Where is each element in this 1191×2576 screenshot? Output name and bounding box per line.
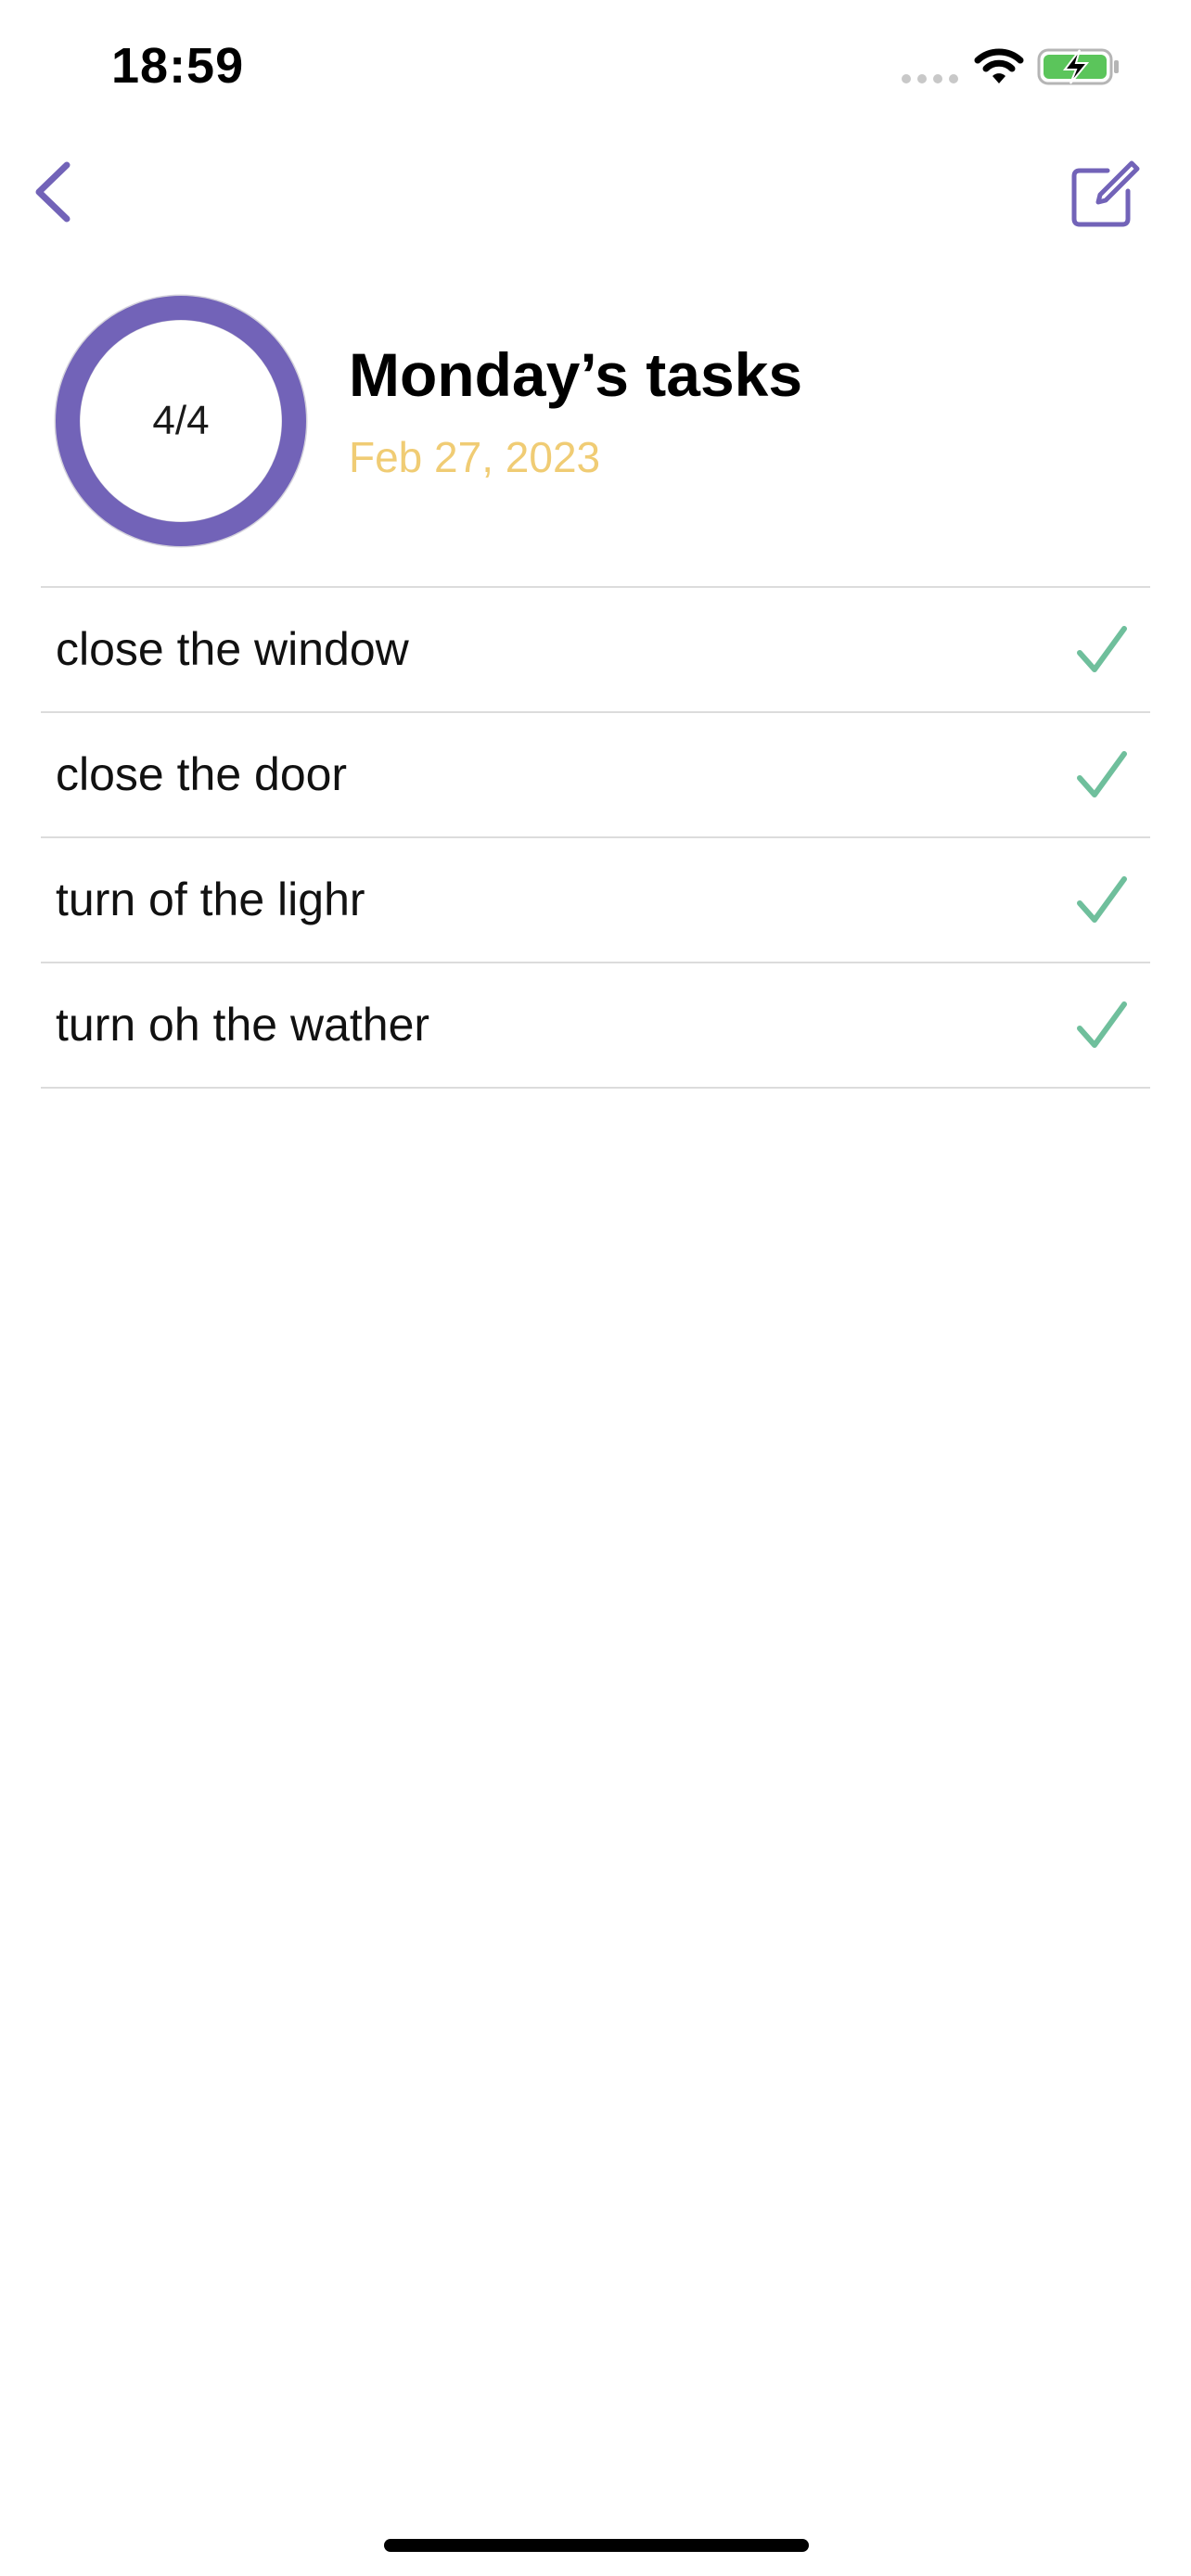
home-indicator[interactable] (384, 2539, 809, 2552)
task-row[interactable]: turn of the lighr (41, 838, 1150, 963)
task-label: turn of the lighr (56, 874, 365, 925)
task-label: close the window (56, 623, 409, 675)
checkmark-icon (1077, 751, 1127, 797)
task-row[interactable]: close the door (41, 713, 1150, 838)
status-time: 18:59 (111, 38, 245, 94)
progress-count: 4/4 (152, 398, 210, 443)
battery-charging-icon (1037, 48, 1119, 85)
task-label: turn oh the wather (56, 999, 430, 1051)
chevron-left-icon (35, 161, 70, 223)
back-button[interactable] (28, 158, 83, 226)
status-bar: 18:59 (0, 0, 1191, 139)
page-title: Monday’s tasks (349, 340, 803, 409)
checkmark-icon (1077, 876, 1127, 923)
task-label: close the door (56, 748, 348, 800)
task-row[interactable]: turn oh the wather (41, 963, 1150, 1089)
task-row[interactable]: close the window (41, 588, 1150, 713)
wifi-icon (974, 48, 1024, 83)
checkmark-icon (1077, 1001, 1127, 1048)
task-list: close the window close the door turn of … (41, 586, 1150, 1089)
cellular-signal-icon (902, 74, 958, 83)
page-date: Feb 27, 2023 (349, 433, 601, 481)
checkmark-icon (1077, 626, 1127, 672)
square-pencil-icon (1071, 160, 1140, 227)
edit-button[interactable] (1067, 158, 1141, 232)
